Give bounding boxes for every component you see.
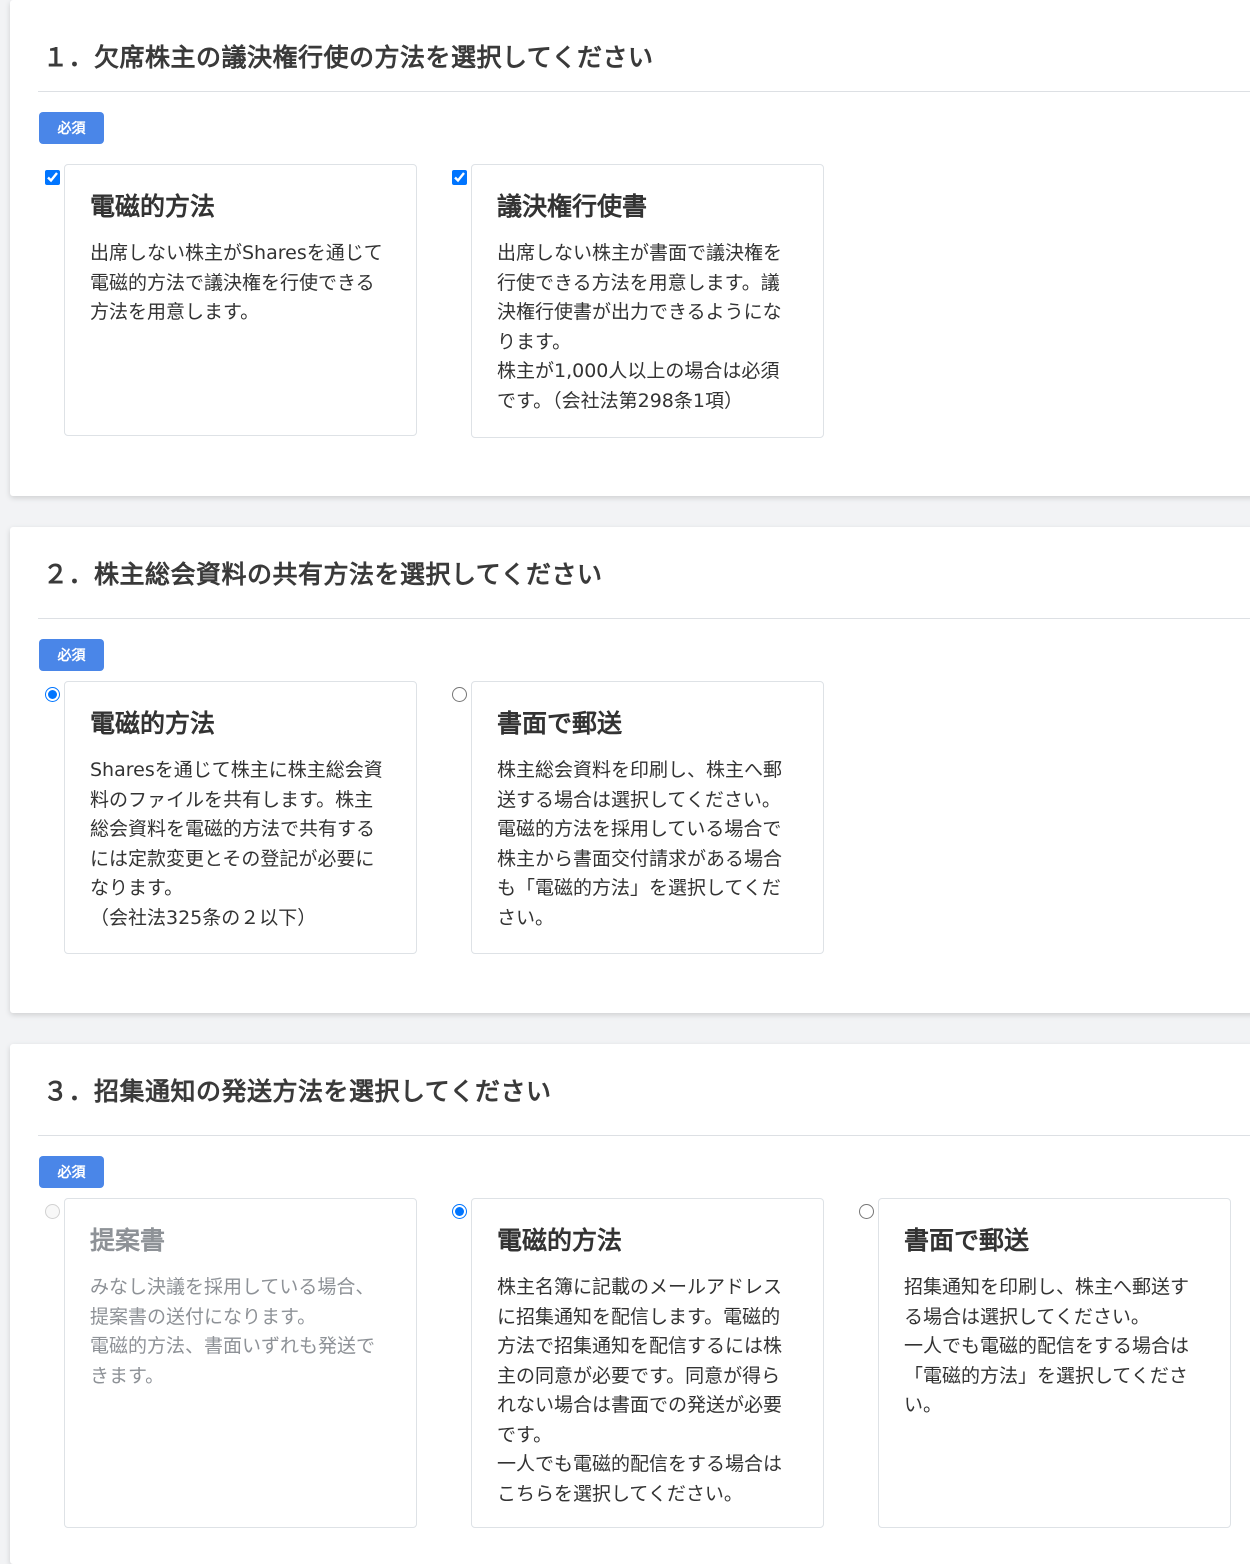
option-title: 電磁的方法 <box>90 709 216 738</box>
option-card[interactable]: 電磁的方法 株主名簿に記載のメールアドレス に招集通知を配信します。電磁的 方法… <box>471 1198 824 1528</box>
option-title: 議決権行使書 <box>497 192 648 221</box>
option-description: 出席しない株主がSharesを通じて 電磁的方法で議決権を行使できる 方法を用意… <box>90 242 383 323</box>
option-title: 提案書 <box>90 1226 166 1255</box>
option-description: 株主名簿に記載のメールアドレス に招集通知を配信します。電磁的 方法で招集通知を… <box>497 1276 783 1505</box>
option-title: 書面で郵送 <box>904 1226 1030 1255</box>
option-card[interactable]: 電磁的方法 出席しない株主がSharesを通じて 電磁的方法で議決権を行使できる… <box>64 164 417 436</box>
voting-form-checkbox[interactable] <box>452 170 467 185</box>
option-description: Sharesを通じて株主に株主総会資 料のファイルを共有します。株主 総会資料を… <box>90 759 383 929</box>
section-material-sharing: ２．株主総会資料の共有方法を選択してください 必須 電磁的方法 Sharesを通… <box>10 527 1250 1013</box>
electronic-sharing-radio[interactable] <box>45 687 60 702</box>
section-title: ３．招集通知の発送方法を選択してください <box>43 1077 552 1106</box>
option-card[interactable]: 議決権行使書 出席しない株主が書面で議決権を 行使できる方法を用意します。議 決… <box>471 164 824 438</box>
option-description: みなし決議を採用している場合、 提案書の送付になります。 電磁的方法、書面いずれ… <box>90 1276 376 1387</box>
option-title: 電磁的方法 <box>497 1226 623 1255</box>
option-card[interactable]: 電磁的方法 Sharesを通じて株主に株主総会資 料のファイルを共有します。株主… <box>64 681 417 954</box>
section-notice-sending: ３．招集通知の発送方法を選択してください 必須 提案書 みなし決議を採用している… <box>10 1044 1250 1564</box>
option-title: 書面で郵送 <box>497 709 623 738</box>
required-badge: 必須 <box>39 112 104 144</box>
option-description: 株主総会資料を印刷し、株主へ郵 送する場合は選択してください。 電磁的方法を採用… <box>497 759 783 929</box>
required-badge: 必須 <box>39 1156 104 1188</box>
mail-notice-radio[interactable] <box>859 1204 874 1219</box>
electronic-voting-checkbox[interactable] <box>45 170 60 185</box>
option-card[interactable]: 書面で郵送 招集通知を印刷し、株主へ郵送す る場合は選択してください。 一人でも… <box>878 1198 1231 1528</box>
section-title: １．欠席株主の議決権行使の方法を選択してください <box>43 43 654 72</box>
divider <box>38 91 1250 92</box>
proposal-radio <box>45 1204 60 1219</box>
mail-sharing-radio[interactable] <box>452 687 467 702</box>
option-card[interactable]: 書面で郵送 株主総会資料を印刷し、株主へ郵 送する場合は選択してください。 電磁… <box>471 681 824 954</box>
section-title: ２．株主総会資料の共有方法を選択してください <box>43 560 603 589</box>
section-absentee-voting: １．欠席株主の議決権行使の方法を選択してください 必須 電磁的方法 出席しない株… <box>10 0 1250 496</box>
required-badge: 必須 <box>39 639 104 671</box>
divider <box>38 1135 1250 1136</box>
option-description: 招集通知を印刷し、株主へ郵送す る場合は選択してください。 一人でも電磁的配信を… <box>904 1276 1190 1416</box>
electronic-notice-radio[interactable] <box>452 1204 467 1219</box>
divider <box>38 618 1250 619</box>
option-title: 電磁的方法 <box>90 192 216 221</box>
option-card: 提案書 みなし決議を採用している場合、 提案書の送付になります。 電磁的方法、書… <box>64 1198 417 1528</box>
option-description: 出席しない株主が書面で議決権を 行使できる方法を用意します。議 決権行使書が出力… <box>497 242 783 412</box>
